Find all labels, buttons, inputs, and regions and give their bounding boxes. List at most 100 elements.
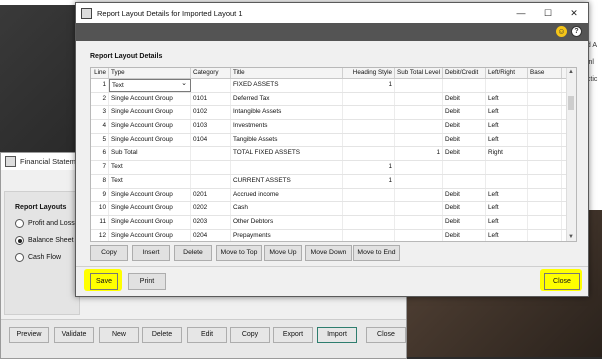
- cell-base[interactable]: [528, 120, 562, 133]
- table-row[interactable]: 4 Single Account Group 0103 Investments Debi…: [91, 120, 576, 134]
- cell-base[interactable]: [528, 215, 562, 229]
- cell-sub-total[interactable]: [395, 133, 443, 147]
- cell-dc[interactable]: [443, 79, 486, 92]
- cell-lr[interactable]: Left: [486, 202, 528, 215]
- cell-base[interactable]: [528, 147, 562, 161]
- cell-title[interactable]: [231, 161, 343, 174]
- col-header-title[interactable]: Title: [231, 68, 343, 78]
- cell-category[interactable]: 0202: [191, 202, 231, 215]
- cell-base[interactable]: [528, 106, 562, 120]
- table-row[interactable]: 3 Single Account Group 0102 Intangible Asse…: [91, 106, 576, 121]
- copy-layout-button[interactable]: Copy: [230, 327, 270, 343]
- cell-title[interactable]: FIXED ASSETS: [231, 79, 343, 92]
- smiley-icon[interactable]: ☺: [556, 26, 567, 37]
- cell-title[interactable]: Cash: [231, 202, 343, 215]
- cell-dc[interactable]: Debit: [443, 133, 486, 147]
- cell-category[interactable]: [191, 79, 231, 92]
- cell-category[interactable]: 0203: [191, 215, 231, 229]
- cell-category[interactable]: 0201: [191, 188, 231, 202]
- cell-dc[interactable]: Debit: [443, 188, 486, 202]
- col-header-type[interactable]: Type: [109, 68, 191, 78]
- cell-category[interactable]: [191, 161, 231, 174]
- minimize-icon[interactable]: —: [508, 3, 534, 23]
- move-down-button[interactable]: Move Down: [305, 245, 352, 261]
- delete-layout-button[interactable]: Delete: [142, 327, 182, 343]
- cell-sub-total[interactable]: [395, 106, 443, 120]
- cell-dc[interactable]: Debit: [443, 147, 486, 161]
- table-row[interactable]: 12 Single Account Group 0204 Prepayments Deb…: [91, 229, 576, 241]
- scroll-up-icon[interactable]: ▲: [568, 69, 574, 75]
- cell-heading-style[interactable]: [343, 188, 395, 202]
- cell-dc[interactable]: Debit: [443, 106, 486, 120]
- cell-type[interactable]: Text: [109, 174, 191, 188]
- cell-type[interactable]: Single Account Group: [109, 92, 191, 106]
- cell-sub-total[interactable]: [395, 120, 443, 133]
- move-to-end-button[interactable]: Move to End: [353, 245, 400, 261]
- cell-heading-style[interactable]: 1: [343, 161, 395, 174]
- col-header-base[interactable]: Base: [528, 68, 562, 78]
- cell-type[interactable]: Single Account Group: [109, 202, 191, 215]
- cell-dc[interactable]: [443, 161, 486, 174]
- cell-dc[interactable]: Debit: [443, 229, 486, 241]
- col-header-category[interactable]: Category: [191, 68, 231, 78]
- cell-line[interactable]: 11: [91, 215, 109, 229]
- cell-lr[interactable]: [486, 161, 528, 174]
- save-button[interactable]: Save: [90, 273, 118, 290]
- cell-category[interactable]: [191, 174, 231, 188]
- cell-heading-style[interactable]: [343, 229, 395, 241]
- cell-line[interactable]: 12: [91, 229, 109, 241]
- radio-profit-and-loss[interactable]: Profit and Loss: [15, 219, 79, 228]
- cell-title[interactable]: Prepayments: [231, 229, 343, 241]
- validate-button[interactable]: Validate: [54, 327, 94, 343]
- cell-line[interactable]: 6: [91, 147, 109, 161]
- col-header-line[interactable]: Line: [91, 68, 109, 78]
- table-row[interactable]: 2 Single Account Group 0101 Deferred Tax Deb…: [91, 92, 576, 107]
- cell-base[interactable]: [528, 174, 562, 188]
- cell-heading-style[interactable]: [343, 106, 395, 120]
- col-header-left-right[interactable]: Left/Right: [486, 68, 528, 78]
- cell-base[interactable]: [528, 161, 562, 174]
- move-to-top-button[interactable]: Move to Top: [216, 245, 262, 261]
- cell-line[interactable]: 7: [91, 161, 109, 174]
- cell-type[interactable]: Text: [109, 161, 191, 174]
- cell-line[interactable]: 5: [91, 133, 109, 147]
- cell-type[interactable]: Text: [109, 79, 191, 92]
- cell-heading-style[interactable]: [343, 92, 395, 106]
- preview-button[interactable]: Preview: [9, 327, 49, 343]
- cell-lr[interactable]: Left: [486, 188, 528, 202]
- vertical-scrollbar[interactable]: ▲ ▼: [566, 68, 576, 241]
- cell-sub-total[interactable]: [395, 161, 443, 174]
- cell-lr[interactable]: Left: [486, 229, 528, 241]
- cell-lr[interactable]: Right: [486, 147, 528, 161]
- table-row[interactable]: 8 Text CURRENT ASSETS 1: [91, 174, 576, 189]
- cell-category[interactable]: 0104: [191, 133, 231, 147]
- cell-dc[interactable]: [443, 174, 486, 188]
- cell-dc[interactable]: Debit: [443, 120, 486, 133]
- copy-row-button[interactable]: Copy: [90, 245, 128, 261]
- radio-cash-flow[interactable]: Cash Flow: [15, 253, 79, 262]
- cell-sub-total[interactable]: [395, 188, 443, 202]
- table-row[interactable]: 6 Sub Total TOTAL FIXED ASSETS 1 Debit Right: [91, 147, 576, 162]
- cell-base[interactable]: [528, 202, 562, 215]
- cell-line[interactable]: 2: [91, 92, 109, 106]
- cell-line[interactable]: 10: [91, 202, 109, 215]
- cell-title[interactable]: TOTAL FIXED ASSETS: [231, 147, 343, 161]
- cell-base[interactable]: [528, 92, 562, 106]
- col-header-debit-credit[interactable]: Debit/Credit: [443, 68, 486, 78]
- print-button[interactable]: Print: [128, 273, 166, 290]
- cell-title[interactable]: Accrued income: [231, 188, 343, 202]
- cell-line[interactable]: 8: [91, 174, 109, 188]
- bg-close-button[interactable]: Close: [366, 327, 406, 343]
- insert-row-button[interactable]: Insert: [132, 245, 170, 261]
- help-icon[interactable]: ?: [571, 26, 582, 37]
- cell-title[interactable]: CURRENT ASSETS: [231, 174, 343, 188]
- cell-type[interactable]: Single Account Group: [109, 133, 191, 147]
- maximize-icon[interactable]: ☐: [535, 3, 561, 23]
- cell-type[interactable]: Single Account Group: [109, 215, 191, 229]
- cell-sub-total[interactable]: [395, 79, 443, 92]
- cell-type[interactable]: Single Account Group: [109, 120, 191, 133]
- import-button[interactable]: Import: [317, 327, 357, 343]
- table-row[interactable]: 5 Single Account Group 0104 Tangible Assets…: [91, 133, 576, 148]
- cell-dc[interactable]: Debit: [443, 215, 486, 229]
- cell-heading-style[interactable]: 1: [343, 79, 395, 92]
